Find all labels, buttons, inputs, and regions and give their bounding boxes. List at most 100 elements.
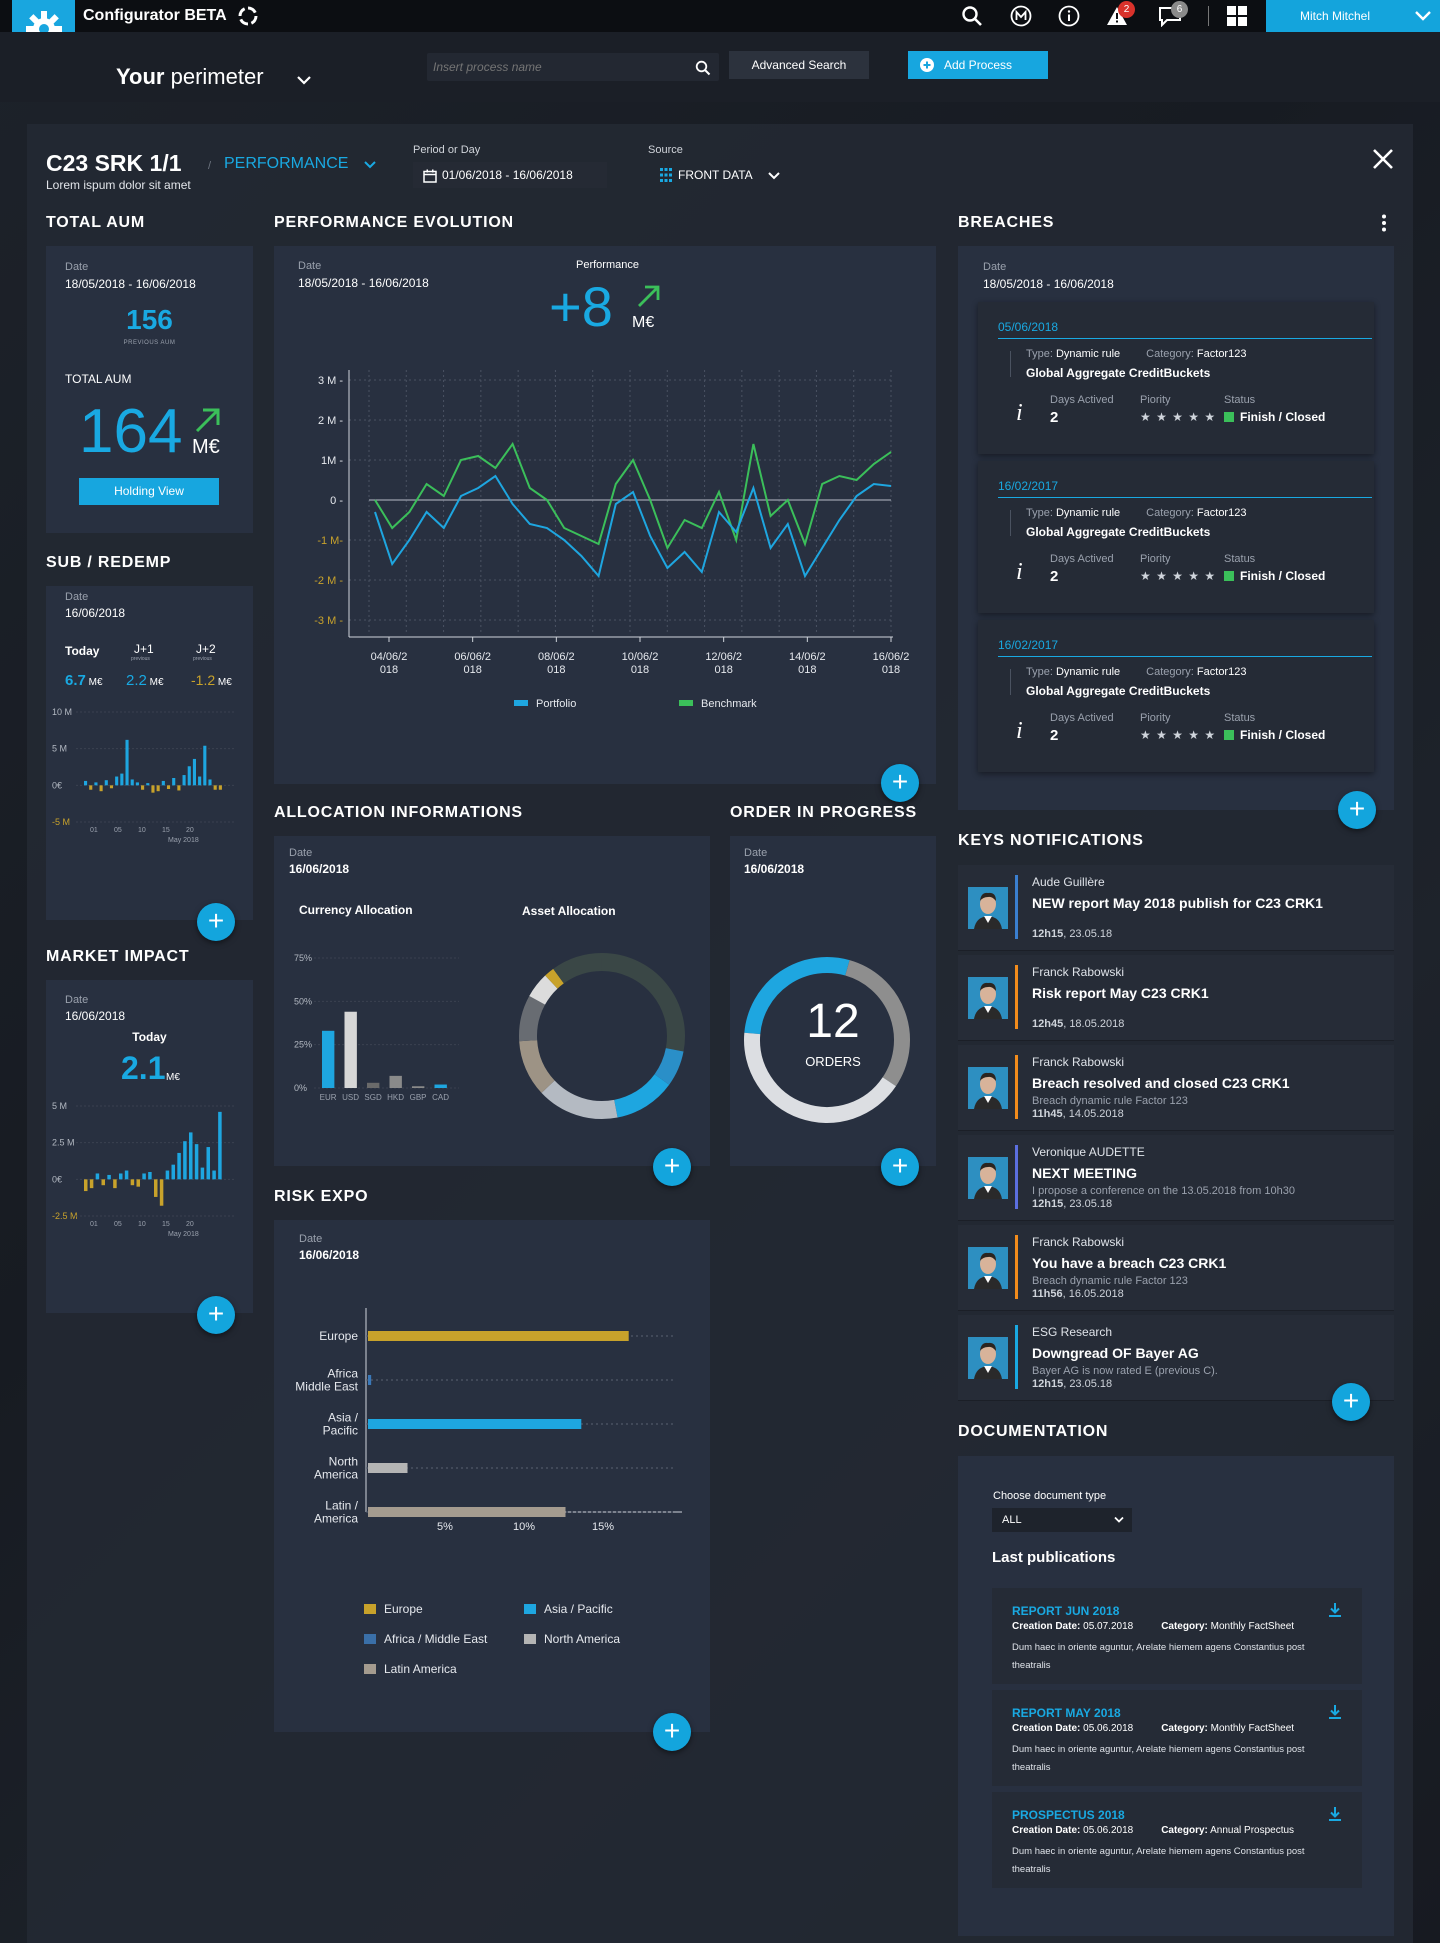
download-icon[interactable] xyxy=(1328,1602,1342,1618)
notification-item[interactable]: ESG Research Downgread OF Bayer AG Bayer… xyxy=(958,1315,1394,1401)
download-icon[interactable] xyxy=(1328,1704,1342,1720)
perimeter-bar: Your perimeter Advanced Search Add Proce… xyxy=(0,32,1440,102)
app-root: Configurator BETA 2 6 Mitch Mitchel Your… xyxy=(0,0,1440,1943)
chevron-down-icon xyxy=(768,172,780,180)
performance-line-chart: 3 M - 2 M - 1M - 0 - -1 M- -2 M - -3 M - 04/06/… xyxy=(314,370,909,710)
document-title[interactable]: PROSPECTUS 2018 xyxy=(1012,1808,1125,1822)
document-item[interactable]: REPORT JUN 2018 Creation Date: 05.07.201… xyxy=(992,1588,1362,1684)
bar-gbp xyxy=(412,1086,425,1088)
document-item[interactable]: REPORT MAY 2018 Creation Date: 05.06.201… xyxy=(992,1690,1362,1786)
breach-card[interactable]: 05/06/2018 Type: Dynamic rule Category: F… xyxy=(978,302,1374,454)
holding-view-button[interactable]: Holding View xyxy=(79,478,219,505)
m-circle-icon[interactable] xyxy=(1009,4,1033,28)
x-tick-label: HKD xyxy=(387,1093,404,1102)
document-item[interactable]: PROSPECTUS 2018 Creation Date: 05.06.201… xyxy=(992,1792,1362,1888)
advanced-search-button[interactable]: Advanced Search xyxy=(729,51,869,79)
x-tick-label: 06/06/2 xyxy=(454,651,491,663)
document-title[interactable]: REPORT JUN 2018 xyxy=(1012,1604,1119,1618)
notification-author: Franck Rabowski xyxy=(1032,1235,1125,1249)
search-icon[interactable] xyxy=(960,4,984,28)
document-title[interactable]: REPORT MAY 2018 xyxy=(1012,1706,1121,1720)
time-rest: , 18.05.2018 xyxy=(1063,1018,1125,1030)
allocation-add-button[interactable]: + xyxy=(653,1148,691,1186)
grid-apps-icon[interactable] xyxy=(1225,4,1249,28)
bar xyxy=(146,783,150,786)
source-selector[interactable]: FRONT DATA xyxy=(658,166,784,186)
notification-subtext: Bayer AG is now rated E (previous C). xyxy=(1032,1365,1218,1377)
sync-icon[interactable] xyxy=(236,4,260,28)
donut-slice xyxy=(519,996,546,1042)
close-icon[interactable] xyxy=(1372,148,1394,170)
messages-icon[interactable]: 6 xyxy=(1158,1,1188,28)
x-tick-label: 14/06/2 xyxy=(789,651,826,663)
sub-redemp-card: Date 16/06/2018 Today J+1 previous J+2 p… xyxy=(46,586,253,920)
notification-title: You have a breach C23 CRK1 xyxy=(1032,1255,1227,1271)
download-icon[interactable] xyxy=(1328,1806,1342,1822)
process-search-box[interactable] xyxy=(427,53,719,81)
priority-label: Piority xyxy=(1140,712,1171,724)
market-impact-add-button[interactable]: + xyxy=(197,1296,235,1334)
messages-count-badge: 6 xyxy=(1171,1,1188,18)
j1-value: 2.2 M€ xyxy=(126,672,164,689)
bar xyxy=(182,775,186,786)
notification-item[interactable]: Franck Rabowski Breach resolved and clos… xyxy=(958,1045,1394,1131)
breach-card[interactable]: 16/02/2017 Type: Dynamic rule Category: F… xyxy=(978,620,1374,772)
bar xyxy=(95,1173,100,1180)
notification-item[interactable]: Franck Rabowski Risk report May C23 CRK1… xyxy=(958,955,1394,1041)
document-meta: Creation Date: 05.06.2018 Category: Month… xyxy=(1012,1723,1294,1734)
info-icon[interactable]: i xyxy=(1016,718,1023,745)
info-icon[interactable]: i xyxy=(1016,559,1023,586)
sub-redemp-add-button[interactable]: + xyxy=(197,903,235,941)
y-tick-label: -2.5 M xyxy=(52,1211,78,1221)
bar xyxy=(115,776,119,786)
bar xyxy=(203,745,207,786)
performance-add-button[interactable]: + xyxy=(881,764,919,802)
y-tick-label: -3 M - xyxy=(314,615,343,627)
bar xyxy=(125,739,129,786)
date-label: Date xyxy=(983,261,1007,273)
notifications-add-button[interactable]: + xyxy=(1332,1383,1370,1421)
x-tick-label: 20 xyxy=(186,1221,194,1228)
legend-swatch xyxy=(679,700,693,706)
notification-item[interactable]: Veronique AUDETTE NEXT MEETING I propose… xyxy=(958,1135,1394,1221)
add-process-button[interactable]: Add Process xyxy=(908,51,1048,79)
more-vertical-icon[interactable] xyxy=(1380,214,1388,232)
perimeter-selector[interactable]: Your perimeter xyxy=(116,64,311,90)
bar xyxy=(212,1170,216,1180)
process-search-input[interactable] xyxy=(433,57,683,77)
y-tick-label: Africa xyxy=(327,1367,358,1381)
category-value: Monthly FactSheet xyxy=(1207,1621,1295,1632)
today-label: Today xyxy=(132,1030,167,1044)
total-aum-unit: M€ xyxy=(192,436,220,458)
breach-divider xyxy=(998,497,1372,498)
breaches-add-button[interactable]: + xyxy=(1338,791,1376,829)
notification-item[interactable]: Aude Guillère NEW report May 2018 publis… xyxy=(958,865,1394,951)
alert-icon[interactable]: 2 xyxy=(1105,1,1135,28)
notification-item[interactable]: Franck Rabowski You have a breach C23 CR… xyxy=(958,1225,1394,1311)
type-label: Type: xyxy=(1026,666,1053,678)
legend-swatch xyxy=(524,1604,536,1614)
breach-card[interactable]: 16/02/2017 Type: Dynamic rule Category: F… xyxy=(978,461,1374,613)
x-tick-label: 018 xyxy=(798,664,816,676)
user-menu[interactable]: Mitch Mitchel xyxy=(1266,0,1440,32)
bar xyxy=(172,778,176,786)
y-tick-label: 25% xyxy=(294,1040,312,1050)
doc-type-select[interactable]: ALL xyxy=(992,1508,1132,1532)
y-tick-label: 3 M - xyxy=(318,375,343,387)
risk-add-button[interactable]: + xyxy=(653,1713,691,1751)
date-value: 18/05/2018 - 16/06/2018 xyxy=(983,277,1114,291)
info-icon[interactable] xyxy=(1057,4,1081,28)
bar xyxy=(194,1144,199,1180)
total-aum-label: TOTAL AUM xyxy=(65,372,132,386)
view-selector[interactable]: PERFORMANCE xyxy=(224,155,376,173)
legend-label: Africa / Middle East xyxy=(384,1632,488,1646)
order-add-button[interactable]: + xyxy=(881,1148,919,1186)
bar xyxy=(113,1179,117,1189)
breaches-title: BREACHES xyxy=(958,214,1055,231)
time-rest: , 23.05.18 xyxy=(1063,1198,1113,1210)
info-icon[interactable]: i xyxy=(1016,400,1023,427)
search-icon[interactable] xyxy=(695,60,711,76)
period-picker[interactable]: 01/06/2018 - 16/06/2018 xyxy=(413,162,607,188)
risk-expo-bar-chart: Europe AfricaMiddle East Asia /Pacific Nort… xyxy=(295,1308,682,1533)
asset-allocation-title: Asset Allocation xyxy=(522,904,616,918)
